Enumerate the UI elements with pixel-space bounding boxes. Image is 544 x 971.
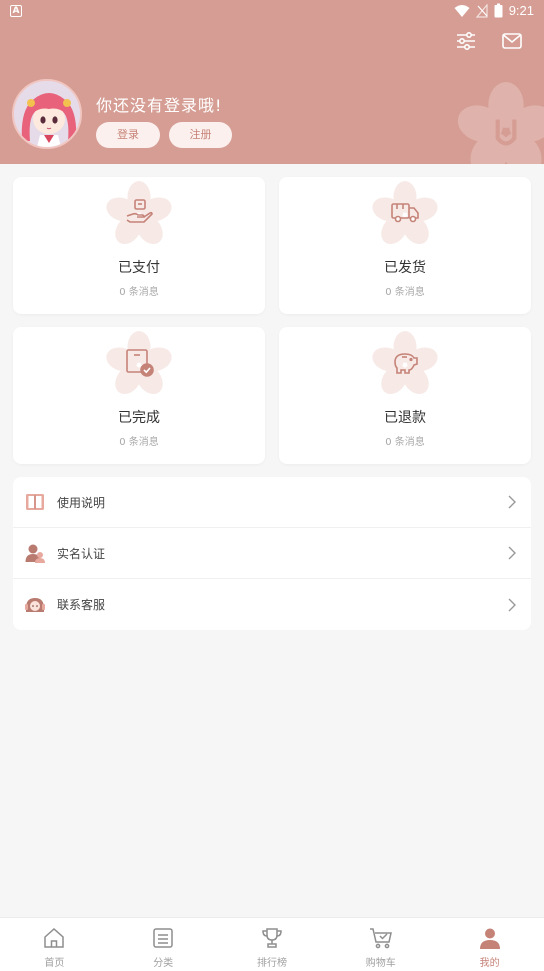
messages-button[interactable] (500, 30, 524, 52)
tab-label: 排行榜 (256, 958, 287, 969)
welcome-text: 你还没有登录哦! (96, 96, 223, 115)
tab-mine[interactable]: 我的 (435, 918, 544, 971)
order-title: 已退款 (384, 410, 426, 426)
book-icon (26, 494, 44, 510)
list-icon (153, 928, 173, 948)
order-title: 已发货 (384, 260, 426, 276)
truck-icon (391, 203, 419, 223)
order-count: 0 条消息 (385, 437, 425, 448)
order-count: 0 条消息 (385, 287, 425, 298)
settings-button[interactable] (454, 30, 478, 52)
no-signal-icon (475, 3, 488, 18)
mail-icon (502, 33, 522, 49)
tab-label: 我的 (479, 958, 500, 969)
support-agent-icon (25, 597, 45, 612)
order-card-shipped[interactable]: 已发货 0 条消息 (279, 177, 531, 314)
menu-item-customer-service[interactable]: 联系客服 (13, 579, 531, 630)
trophy-icon (262, 928, 282, 948)
home-icon (44, 927, 65, 948)
menu-label: 使用说明 (57, 495, 106, 510)
tab-label: 分类 (153, 958, 174, 969)
order-card-completed[interactable]: 已完成 0 条消息 (13, 327, 265, 464)
menu-label: 实名认证 (57, 546, 106, 561)
battery-icon (494, 3, 503, 18)
tab-home[interactable]: 首页 (0, 918, 109, 971)
status-bar: A 9:21 (0, 0, 544, 24)
menu-label: 联系客服 (57, 598, 106, 612)
menu-item-verification[interactable]: 实名认证 (13, 528, 531, 579)
hand-coin-icon (126, 199, 153, 223)
bottom-tab-bar: 首页 分类 排行榜 购物车 我的 (0, 917, 544, 971)
settings-menu: 使用说明 实名认证 联系客服 (13, 477, 531, 630)
notification-badge: A (10, 5, 22, 17)
order-title: 已完成 (118, 410, 160, 426)
menu-item-instructions[interactable]: 使用说明 (13, 477, 531, 528)
piggy-bank-icon (394, 353, 418, 374)
order-status-grid: 已支付 0 条消息 已发货 0 条消息 已完成 0 条消息 已退款 0 条消息 (13, 177, 531, 464)
tab-cart[interactable]: 购物车 (326, 918, 435, 971)
tab-label: 购物车 (365, 958, 396, 969)
anime-girl-avatar-icon (14, 81, 80, 147)
user-icon (479, 928, 500, 949)
avatar[interactable] (12, 79, 82, 149)
register-button[interactable]: 注册 (169, 122, 232, 148)
order-card-refunded[interactable]: 已退款 0 条消息 (279, 327, 531, 464)
sliders-icon (457, 32, 475, 50)
tab-ranking[interactable]: 排行榜 (218, 918, 327, 971)
profile-header: A 9:21 你还没有登录哦! 登录 注册 (0, 0, 544, 164)
chevron-right-icon (508, 546, 516, 560)
sakura-logo-icon (457, 82, 544, 164)
users-icon (25, 544, 45, 563)
order-title: 已支付 (118, 260, 160, 276)
tab-label: 首页 (44, 958, 65, 969)
tab-category[interactable]: 分类 (109, 918, 218, 971)
order-count: 0 条消息 (119, 437, 159, 448)
chevron-right-icon (508, 598, 516, 611)
wifi-icon (454, 4, 470, 17)
login-button[interactable]: 登录 (96, 122, 160, 148)
chevron-right-icon (508, 495, 516, 509)
order-count: 0 条消息 (119, 287, 159, 298)
status-icons: 9:21 (454, 3, 534, 18)
cart-icon (369, 928, 392, 949)
clock: 9:21 (508, 3, 534, 18)
order-card-paid[interactable]: 已支付 0 条消息 (13, 177, 265, 314)
box-check-icon (126, 349, 154, 377)
